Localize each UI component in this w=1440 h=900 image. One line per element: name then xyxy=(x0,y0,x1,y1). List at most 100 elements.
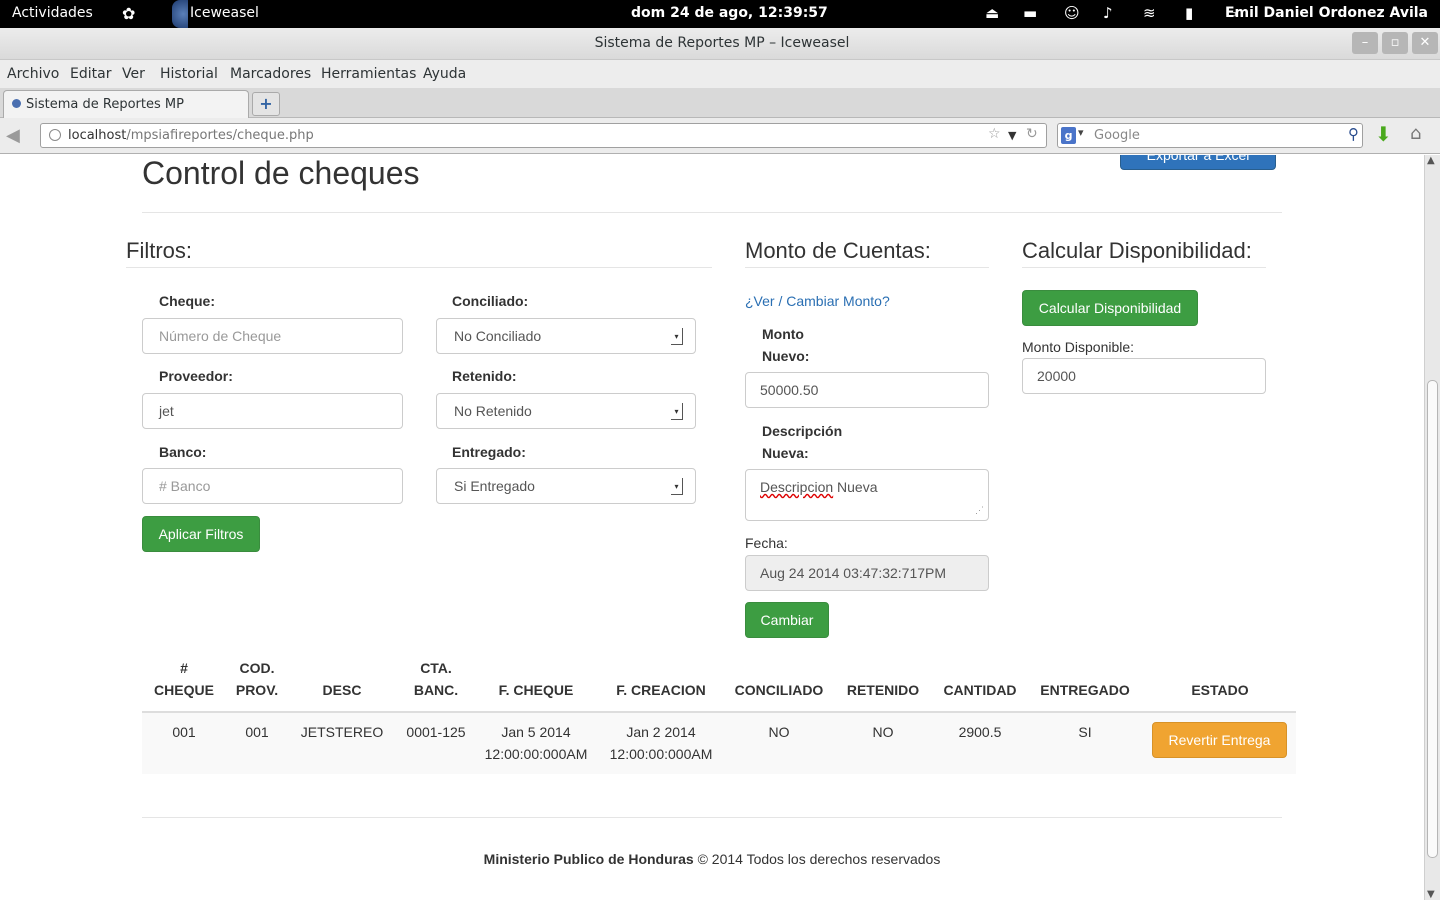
page-content: Control de cheques Exportar a Excel Filt… xyxy=(0,155,1424,900)
scrollbar-thumb[interactable] xyxy=(1427,380,1438,858)
maximize-icon[interactable]: ▫ xyxy=(1382,32,1408,54)
wifi-icon[interactable]: ≋ xyxy=(1143,4,1156,22)
scroll-down-icon[interactable]: ▼ xyxy=(1427,889,1435,900)
monto-disponible-input[interactable]: 20000 xyxy=(1022,358,1266,394)
folder-icon[interactable]: ▬ xyxy=(1023,4,1037,22)
cell-f-creacion: Jan 2 2014 12:00:00:000AM xyxy=(596,721,726,765)
home-icon[interactable]: ⌂ xyxy=(1410,123,1421,144)
th-conciliado: CONCILIADO xyxy=(734,682,824,698)
retenido-select[interactable]: No Retenido ▾ xyxy=(436,393,696,429)
disponibilidad-heading: Calcular Disponibilidad: xyxy=(1022,238,1252,263)
iceweasel-app-icon xyxy=(172,0,188,28)
reload-icon[interactable]: ↻ xyxy=(1026,126,1038,142)
banco-input[interactable]: # Banco xyxy=(142,468,403,504)
window-titlebar[interactable]: Sistema de Reportes MP – Iceweasel – ▫ ✕ xyxy=(0,28,1440,60)
descripcion-label-2: Nueva: xyxy=(762,445,809,461)
cell-line: Jan 5 2014 xyxy=(501,724,571,740)
user-menu[interactable]: Emil Daniel Ordonez Avila xyxy=(1225,5,1428,21)
calcular-disponibilidad-button[interactable]: Calcular Disponibilidad xyxy=(1022,290,1198,326)
apply-filters-button[interactable]: Aplicar Filtros xyxy=(142,516,260,552)
entregado-select[interactable]: Si Entregado ▾ xyxy=(436,468,696,504)
retenido-selected: No Retenido xyxy=(454,403,532,419)
activities-button[interactable]: Actividades xyxy=(12,5,93,21)
vertical-scrollbar[interactable]: ▲ ▼ xyxy=(1424,155,1440,900)
bookmark-star-icon[interactable]: ☆ xyxy=(988,126,1001,142)
monto-nuevo-label-1: Monto xyxy=(762,326,804,342)
fecha-input: Aug 24 2014 03:47:32:717PM xyxy=(745,555,989,591)
engine-dropdown-icon[interactable]: ▾ xyxy=(1078,126,1084,139)
conciliado-selected: No Conciliado xyxy=(454,328,542,344)
url-dropdown-icon[interactable]: ▼ xyxy=(1008,129,1016,142)
cell-line: Jan 2 2014 xyxy=(626,724,696,740)
menu-editar[interactable]: Editar xyxy=(70,66,111,82)
monto-nuevo-input[interactable]: 50000.50 xyxy=(745,372,989,408)
new-tab-button[interactable]: + xyxy=(252,92,280,116)
gnome-top-bar: Actividades ✿ Iceweasel dom 24 de ago, 1… xyxy=(0,0,1440,28)
menu-historial[interactable]: Historial xyxy=(160,66,218,82)
footer: Ministerio Publico de Honduras © 2014 To… xyxy=(0,851,1424,867)
window-title: Sistema de Reportes MP – Iceweasel xyxy=(594,35,850,51)
th-estado: ESTADO xyxy=(1191,682,1249,698)
th-cod-prov: COD. PROV. xyxy=(226,657,288,701)
tab-sistema-reportes[interactable]: Sistema de Reportes MP xyxy=(3,90,249,119)
th-line: # xyxy=(180,660,188,676)
disponibilidad-divider xyxy=(1022,267,1266,268)
menu-ver[interactable]: Ver xyxy=(122,66,145,82)
menu-herramientas[interactable]: Herramientas xyxy=(321,66,416,82)
cheque-input[interactable]: Número de Cheque xyxy=(142,318,403,354)
gnome-foot-icon: ✿ xyxy=(122,4,136,23)
ver-cambiar-monto-link[interactable]: ¿Ver / Cambiar Monto? xyxy=(745,293,890,309)
url-bar[interactable]: localhost/mpsiafireportes/cheque.php ☆ ▼… xyxy=(40,123,1047,148)
accessibility-icon[interactable]: ☺ xyxy=(1064,4,1080,22)
descripcion-textarea[interactable]: Descripcion Nueva ⋰ xyxy=(745,469,989,521)
cell-entregado: SI xyxy=(1078,724,1092,740)
back-arrow-icon[interactable]: ◀ xyxy=(6,125,20,146)
descripcion-label-1: Descripción xyxy=(762,423,843,439)
th-entregado: ENTREGADO xyxy=(1040,682,1130,698)
entregado-selected: Si Entregado xyxy=(454,478,535,494)
conciliado-select[interactable]: No Conciliado ▾ xyxy=(436,318,696,354)
cambiar-button[interactable]: Cambiar xyxy=(745,602,829,638)
th-cta-banc: CTA. BANC. xyxy=(396,657,476,701)
monto-disponible-label: Monto Disponible: xyxy=(1022,339,1135,355)
cell-line: 12:00:00:000AM xyxy=(484,746,588,762)
proveedor-input[interactable]: jet xyxy=(142,393,403,429)
google-engine-icon[interactable]: g xyxy=(1061,127,1076,144)
banco-label: Banco: xyxy=(159,444,207,460)
cell-conciliado: NO xyxy=(768,724,790,740)
eject-icon[interactable]: ⏏ xyxy=(985,4,999,22)
resize-grip-icon[interactable]: ⋰ xyxy=(975,505,984,516)
search-bar[interactable]: g ▾ Google ⚲ xyxy=(1057,123,1363,148)
cell-cta-banc: 0001-125 xyxy=(406,724,466,740)
footer-copyright: © 2014 Todos los derechos reservados xyxy=(693,851,941,867)
tab-bar: Sistema de Reportes MP + xyxy=(0,88,1440,119)
navigation-bar: ◀ localhost/mpsiafireportes/cheque.php ☆… xyxy=(0,118,1440,154)
close-icon[interactable]: ✕ xyxy=(1412,32,1438,54)
download-arrow-icon[interactable]: ⬇ xyxy=(1375,122,1392,146)
menu-bar: Archivo Editar Ver Historial Marcadores … xyxy=(0,60,1440,88)
clock[interactable]: dom 24 de ago, 12:39:57 xyxy=(631,5,828,21)
menu-archivo[interactable]: Archivo xyxy=(7,66,59,82)
proveedor-label: Proveedor: xyxy=(159,368,233,384)
cell-cantidad: 2900.5 xyxy=(958,724,1002,740)
th-line: COD. xyxy=(239,660,275,676)
revertir-entrega-button[interactable]: Revertir Entrega xyxy=(1152,722,1287,758)
url-host: localhost xyxy=(68,128,127,143)
cell-line: 12:00:00:000AM xyxy=(609,746,713,762)
export-excel-button[interactable]: Exportar a Excel xyxy=(1120,155,1276,170)
menu-ayuda[interactable]: Ayuda xyxy=(423,66,466,82)
volume-icon[interactable]: ♪ xyxy=(1103,4,1113,22)
tab-label: Sistema de Reportes MP xyxy=(26,97,184,112)
battery-icon[interactable]: ▮ xyxy=(1185,4,1193,22)
site-identity-icon[interactable] xyxy=(49,129,61,141)
app-menu[interactable]: Iceweasel xyxy=(190,5,259,21)
entregado-label: Entregado: xyxy=(452,444,526,460)
conciliado-label: Conciliado: xyxy=(452,293,529,309)
menu-marcadores[interactable]: Marcadores xyxy=(230,66,311,82)
search-icon[interactable]: ⚲ xyxy=(1348,125,1359,143)
scroll-up-icon[interactable]: ▲ xyxy=(1427,155,1435,166)
minimize-icon[interactable]: – xyxy=(1352,32,1378,54)
th-f-cheque: F. CHEQUE xyxy=(498,682,574,698)
cell-desc: JETSTEREO xyxy=(300,724,384,740)
footer-org: Ministerio Publico de Honduras xyxy=(483,851,694,867)
